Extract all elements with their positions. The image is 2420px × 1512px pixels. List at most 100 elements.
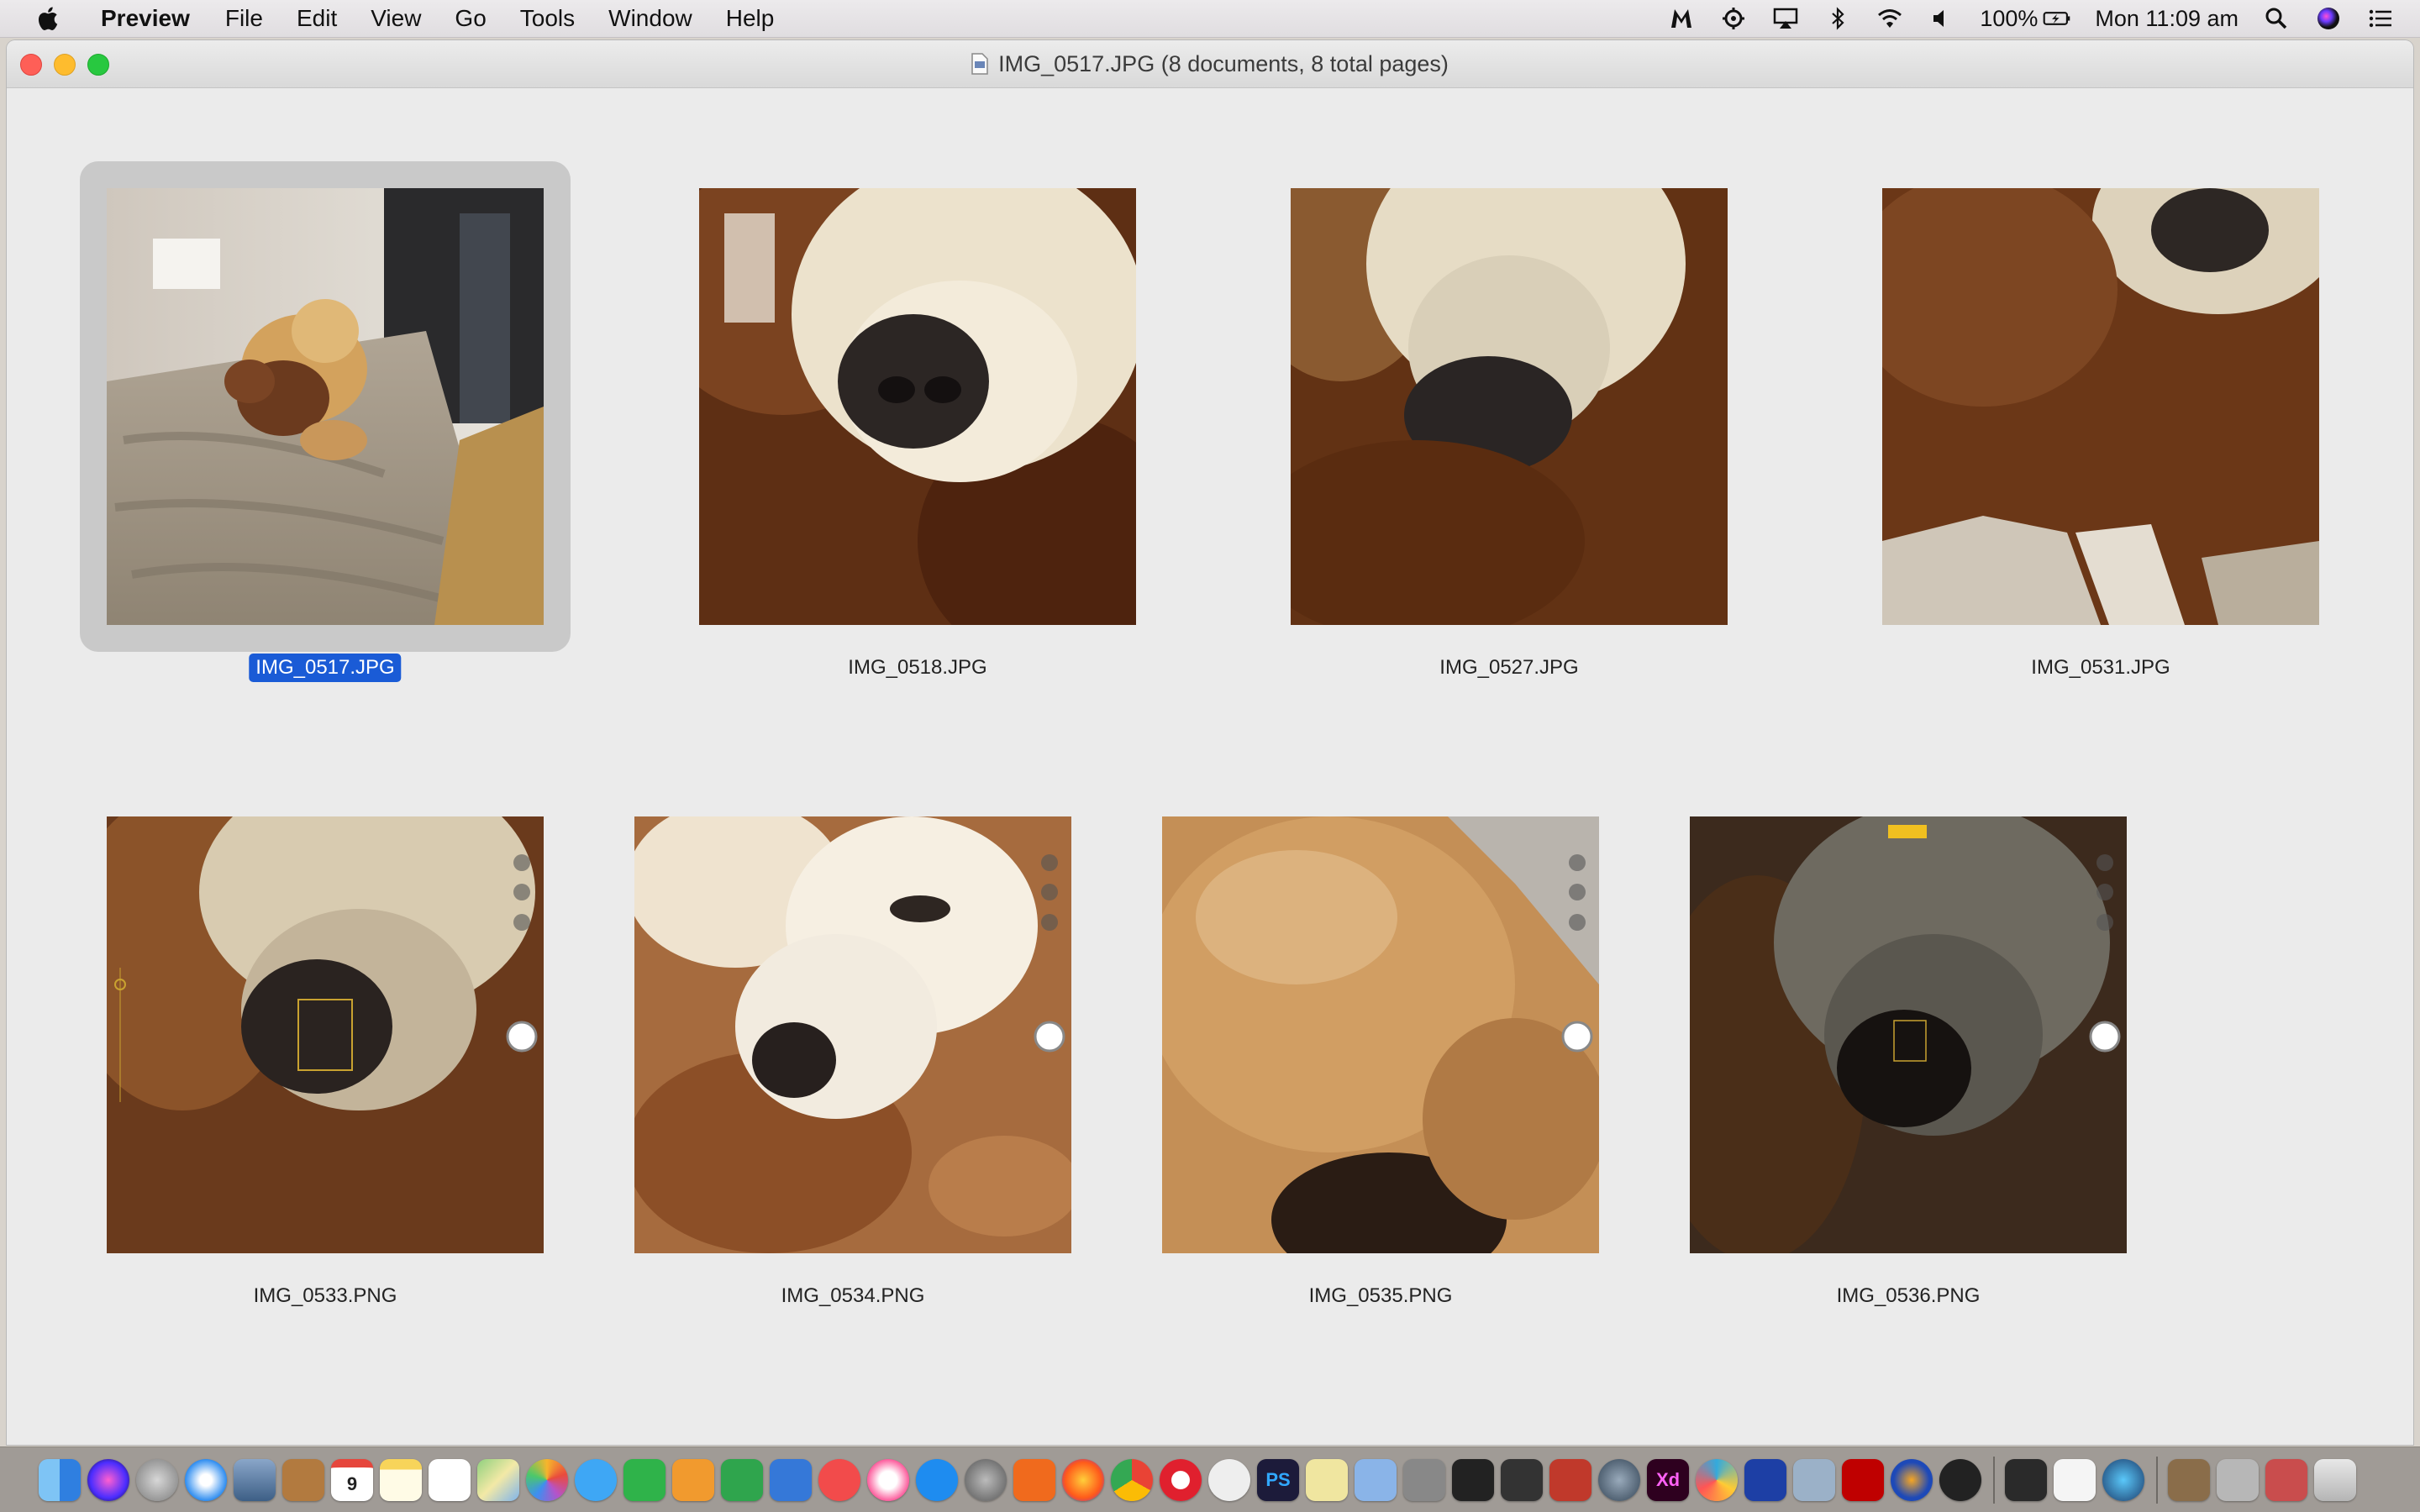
thumbnail-image[interactable]: [1162, 816, 1599, 1253]
wifi-icon[interactable]: [1876, 6, 1904, 31]
thumbnail-filename[interactable]: IMG_0531.JPG: [2024, 654, 2176, 682]
pages-icon[interactable]: [672, 1458, 714, 1501]
app-menu-preview[interactable]: Preview: [86, 0, 208, 37]
thumbnail-image[interactable]: [107, 816, 544, 1253]
screenshot-stack-icon[interactable]: [2217, 1458, 2259, 1501]
menu-view[interactable]: View: [354, 0, 438, 37]
title-bar[interactable]: IMG_0517.JPG (8 documents, 8 total pages…: [7, 40, 2413, 88]
firefox-icon[interactable]: [1062, 1458, 1104, 1501]
zoom-button[interactable]: [87, 54, 109, 76]
photoshop-icon[interactable]: PS: [1257, 1458, 1299, 1501]
minimize-button[interactable]: [54, 54, 76, 76]
thumbnail-image[interactable]: [107, 188, 544, 625]
thumbnail-filename[interactable]: IMG_0536.PNG: [1830, 1282, 1987, 1310]
bluetooth-icon[interactable]: [1823, 6, 1852, 31]
menu-tools[interactable]: Tools: [503, 0, 592, 37]
thumbnail-filename[interactable]: IMG_0533.PNG: [247, 1282, 404, 1310]
calendar-icon[interactable]: 9: [331, 1458, 373, 1501]
thumbnail-item[interactable]: IMG_0527.JPG: [1291, 188, 1728, 679]
xd-label: Xd: [1655, 1468, 1681, 1490]
xcode-like-icon[interactable]: [1355, 1458, 1397, 1501]
siri-icon[interactable]: [2314, 6, 2343, 31]
volume-icon[interactable]: [1928, 6, 1956, 31]
fontforge-icon[interactable]: [1939, 1458, 1981, 1501]
thumbnail-filename[interactable]: IMG_0535.PNG: [1302, 1282, 1460, 1310]
window-title: IMG_0517.JPG (8 documents, 8 total pages…: [998, 50, 1449, 76]
textedit-icon[interactable]: [2054, 1458, 2096, 1501]
inkscape-icon[interactable]: [1501, 1458, 1543, 1501]
thumbnail-image[interactable]: [1690, 816, 2127, 1253]
safari-icon[interactable]: [185, 1458, 227, 1501]
spotlight-tool-icon[interactable]: [1403, 1458, 1445, 1501]
thumbnail-item[interactable]: IMG_0534.PNG: [634, 816, 1071, 1307]
opera-icon[interactable]: [1160, 1458, 1202, 1501]
thumbnail-image[interactable]: [1291, 188, 1728, 625]
quicktime-icon[interactable]: [2102, 1458, 2144, 1501]
sphere-icon[interactable]: [1598, 1458, 1640, 1501]
thumbnail-item[interactable]: IMG_0535.PNG: [1162, 816, 1599, 1307]
news-icon[interactable]: [818, 1458, 860, 1501]
launchpad-icon[interactable]: [136, 1458, 178, 1501]
thumbnail-grid: IMG_0517.JPG IMG_0518.JPG IMG_0527.JPG I…: [7, 88, 2413, 1445]
malwarebytes-icon[interactable]: [1667, 6, 1696, 31]
dock-separator: [1993, 1456, 1995, 1504]
adobe-xd-icon[interactable]: Xd: [1647, 1458, 1689, 1501]
document-proxy-icon[interactable]: [971, 53, 988, 75]
thumbnail-item[interactable]: IMG_0536.PNG: [1690, 816, 2127, 1307]
terminal-icon[interactable]: [1452, 1458, 1494, 1501]
thumbnail-item[interactable]: IMG_0518.JPG: [699, 188, 1136, 679]
facetime-icon[interactable]: [623, 1458, 666, 1501]
thumbnail-image[interactable]: [1882, 188, 2319, 625]
thumbnail-image[interactable]: [699, 188, 1136, 625]
downloads-stack-icon[interactable]: [2168, 1458, 2210, 1501]
itunes-icon[interactable]: [867, 1458, 909, 1501]
thumbnail-filename[interactable]: IMG_0534.PNG: [775, 1282, 932, 1310]
thumbnail-filename[interactable]: IMG_0527.JPG: [1433, 654, 1585, 682]
thumbnail-item[interactable]: IMG_0531.JPG: [1882, 188, 2319, 679]
airplay-icon[interactable]: [1771, 6, 1800, 31]
battery-charging-icon[interactable]: [2043, 6, 2071, 31]
documents-stack-icon[interactable]: [2265, 1458, 2307, 1501]
image-capture-icon[interactable]: [1793, 1458, 1835, 1501]
menu-edit[interactable]: Edit: [280, 0, 354, 37]
filezilla-icon[interactable]: [1842, 1458, 1884, 1501]
close-button[interactable]: [20, 54, 42, 76]
siri-app-icon[interactable]: [87, 1458, 129, 1501]
finder-icon[interactable]: [39, 1458, 81, 1501]
messages-icon[interactable]: [575, 1458, 617, 1501]
thumbnail-item[interactable]: IMG_0533.PNG: [107, 816, 544, 1307]
thumbnail-image[interactable]: [634, 816, 1071, 1253]
notefile-icon[interactable]: [282, 1458, 324, 1501]
system-preferences-icon[interactable]: [965, 1458, 1007, 1501]
pinwheel-icon[interactable]: [1696, 1458, 1738, 1501]
flow-icon[interactable]: [1744, 1458, 1786, 1501]
menu-file[interactable]: File: [208, 0, 280, 37]
mastodon-icon[interactable]: [1208, 1458, 1250, 1501]
thumbnail-filename[interactable]: IMG_0517.JPG: [249, 654, 402, 682]
tool-gear-icon[interactable]: [1719, 6, 1748, 31]
notification-center-icon[interactable]: [2366, 6, 2395, 31]
audacity-icon[interactable]: [1891, 1458, 1933, 1501]
notes-icon[interactable]: [380, 1458, 422, 1501]
spotlight-search-icon[interactable]: [2262, 6, 2291, 31]
menu-go[interactable]: Go: [438, 0, 502, 37]
thumbnail-filename[interactable]: IMG_0518.JPG: [841, 654, 993, 682]
apple-menu-icon[interactable]: [35, 5, 59, 32]
app-store-icon[interactable]: [916, 1458, 958, 1501]
photos-icon[interactable]: [526, 1458, 568, 1501]
trash-icon[interactable]: [2314, 1458, 2356, 1501]
numbers-icon[interactable]: [721, 1458, 763, 1501]
menu-help[interactable]: Help: [709, 0, 792, 37]
menu-window[interactable]: Window: [592, 0, 709, 37]
maps-icon[interactable]: [477, 1458, 519, 1501]
chrome-icon[interactable]: [1111, 1458, 1153, 1501]
console-icon[interactable]: [2005, 1458, 2047, 1501]
reminders-icon[interactable]: [429, 1458, 471, 1501]
thumbnail-item[interactable]: IMG_0517.JPG: [80, 161, 571, 682]
mosaic-icon[interactable]: [1549, 1458, 1591, 1501]
keynote-icon[interactable]: [770, 1458, 812, 1501]
clock[interactable]: Mon 11:09 am: [2095, 6, 2238, 32]
preview-app-icon[interactable]: [234, 1458, 276, 1501]
aspect-icon[interactable]: [1013, 1458, 1055, 1501]
bbedit-icon[interactable]: [1306, 1458, 1348, 1501]
